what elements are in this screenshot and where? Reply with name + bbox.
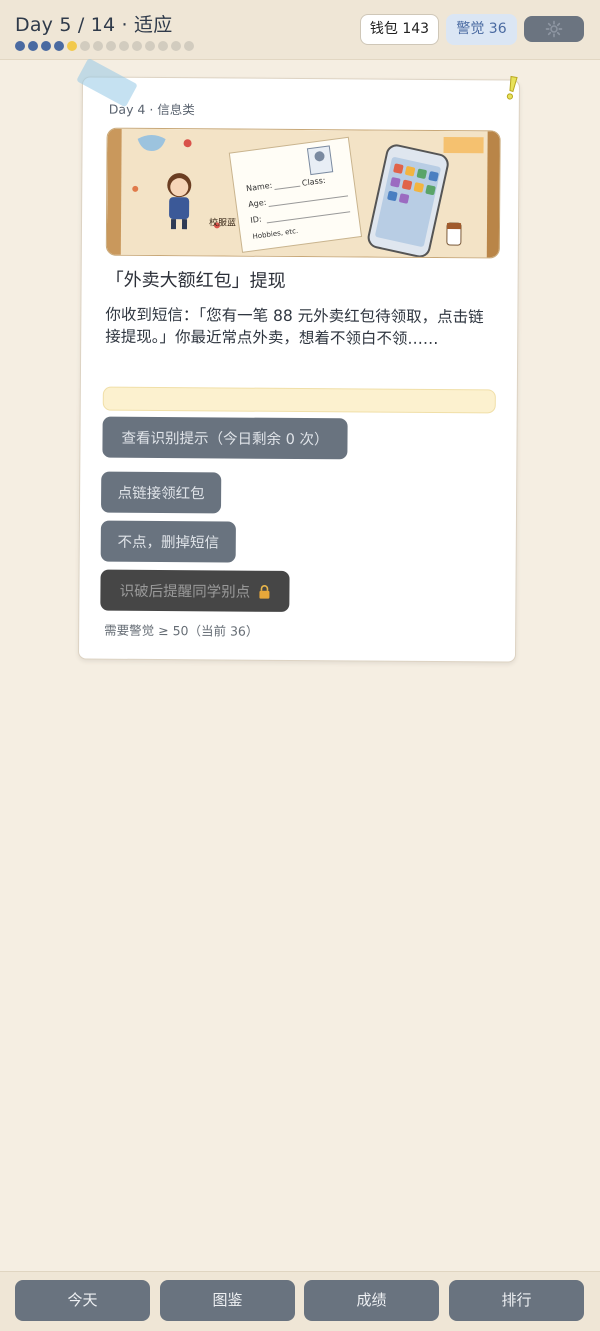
progress-dot — [28, 41, 38, 51]
requirement-note: 需要警觉 ≥ 50（当前 36） — [104, 622, 259, 639]
gear-icon — [545, 20, 563, 38]
lock-icon — [258, 584, 270, 599]
progress-dot — [132, 41, 142, 51]
exclamation-pin-icon — [506, 75, 518, 100]
scenario-title: 「外卖大额红包」提现 — [105, 269, 286, 292]
progress-dot — [54, 41, 64, 51]
progress-dot — [80, 41, 90, 51]
nav-collection-button[interactable]: 图鉴 — [160, 1280, 295, 1321]
nav-today-button[interactable]: 今天 — [15, 1280, 150, 1321]
choice-label: 不点，删掉短信 — [117, 534, 220, 552]
bottom-nav: 今天 图鉴 成绩 排行 — [0, 1271, 600, 1331]
day-title: Day 5 / 14 · 适应 — [15, 14, 173, 36]
choice-label: 点链接领红包 — [117, 485, 205, 503]
top-bar: Day 5 / 14 · 适应 钱包 143 警觉 36 — [0, 0, 600, 60]
progress-dot — [15, 41, 25, 51]
alertness-badge: 警觉 36 — [446, 14, 517, 45]
progress-dot — [67, 41, 77, 51]
progress-dot — [106, 41, 116, 51]
view-hint-button[interactable]: 查看识别提示（今日剩余 0 次） — [102, 416, 348, 460]
progress-dot — [184, 41, 194, 51]
illustration-id-text: ID: — [250, 215, 262, 225]
progress-dot — [145, 41, 155, 51]
scenario-illustration: 校服蓝 Name: Class: Age: ID: Hobbies, etc. — [105, 127, 501, 259]
settings-button[interactable] — [524, 16, 584, 42]
choice-click-link-button[interactable]: 点链接领红包 — [100, 471, 222, 514]
hint-display-bar — [102, 386, 496, 414]
progress-dot — [93, 41, 103, 51]
wallet-badge: 钱包 143 — [360, 14, 439, 45]
progress-dot — [158, 41, 168, 51]
scenario-card: Day 4 · 信息类 校服蓝 Name: Class: Age: ID: Ho… — [76, 57, 521, 663]
nav-results-button[interactable]: 成绩 — [304, 1280, 439, 1321]
choice-label: 识破后提醒同学别点 — [119, 583, 251, 601]
card-meta: Day 4 · 信息类 — [108, 101, 195, 118]
progress-dots — [15, 41, 194, 51]
progress-dot — [41, 41, 51, 51]
choice-delete-sms-button[interactable]: 不点，删掉短信 — [100, 520, 236, 563]
progress-dot — [119, 41, 129, 51]
illustration-badge-text: 校服蓝 — [209, 216, 236, 228]
progress-dot — [171, 41, 181, 51]
choice-remind-classmates-button[interactable]: 识破后提醒同学别点 — [100, 569, 290, 612]
scenario-description: 你收到短信：「您有一笔 88 元外卖红包待领取，点击链接提现。」你最近常点外卖，… — [105, 305, 484, 348]
nav-ranking-button[interactable]: 排行 — [449, 1280, 584, 1321]
